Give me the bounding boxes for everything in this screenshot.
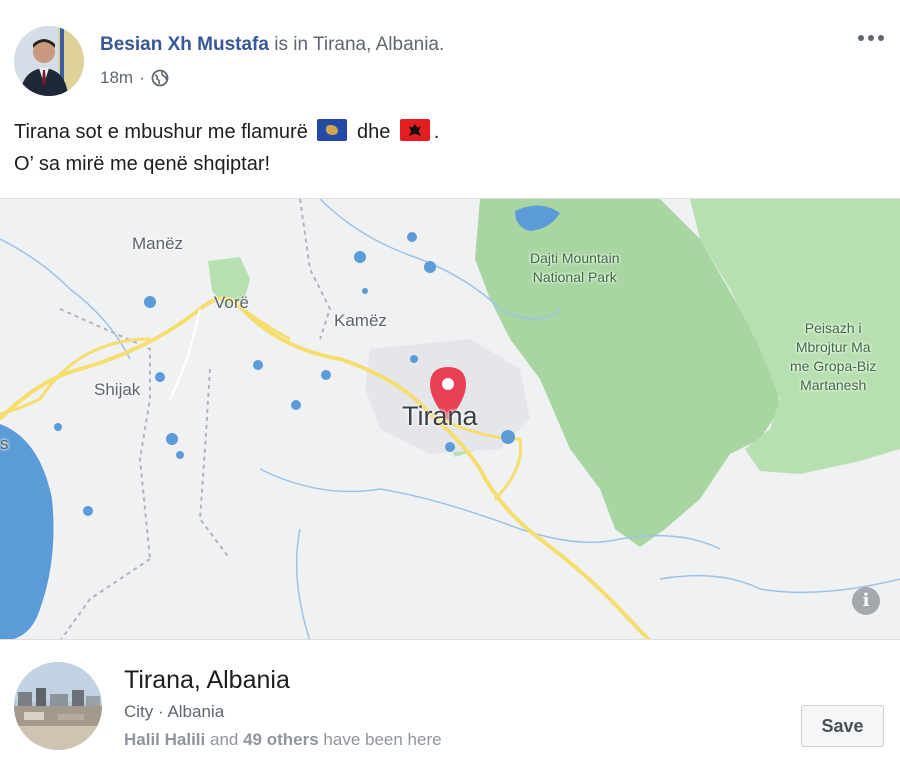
message-text: . xyxy=(433,121,440,143)
visitor-name-link[interactable]: Halil Halili xyxy=(124,730,205,749)
post-header: Besian Xh Mustafa is in Tirana, Albania.… xyxy=(0,0,900,105)
place-thumbnail[interactable] xyxy=(14,662,102,750)
albania-flag-icon xyxy=(399,119,430,141)
location-map[interactable]: Manëz Vorë Kamëz Shijak Tirana s Dajti M… xyxy=(0,198,900,640)
visitor-suffix: have been here xyxy=(323,730,442,749)
kosovo-flag-icon xyxy=(317,119,348,141)
author-line: Besian Xh Mustafa is in Tirana, Albania. xyxy=(100,34,444,56)
park-label-line: me Gropa-Biz xyxy=(790,358,877,374)
globe-icon[interactable] xyxy=(151,69,169,87)
post-card: Besian Xh Mustafa is in Tirana, Albania.… xyxy=(0,0,900,778)
post-message: Tirana sot e mbushur me flamurë dhe . O’… xyxy=(14,116,439,180)
park-label-line: Mbrojtur Ma xyxy=(795,339,871,355)
place-name-link[interactable]: Tirana, Albania xyxy=(124,666,290,695)
map-info-icon[interactable]: i xyxy=(852,587,880,615)
message-text: Tirana sot e mbushur me flamurë xyxy=(14,121,308,143)
place-details: Tirana, Albania City · Albania Halil Hal… xyxy=(0,640,900,778)
timestamp-link[interactable]: 18m xyxy=(100,68,133,88)
save-button[interactable]: Save xyxy=(801,705,884,747)
author-name-link[interactable]: Besian Xh Mustafa xyxy=(100,34,269,55)
post-message-line-2: O’ sa mirë me qenë shqiptar! xyxy=(14,153,271,175)
dot xyxy=(858,35,864,41)
meta-separator: · xyxy=(139,68,145,87)
author-avatar[interactable] xyxy=(14,26,84,96)
visitor-and: and xyxy=(209,730,239,749)
post-message-line-1: Tirana sot e mbushur me flamurë dhe . xyxy=(14,116,439,148)
map-label-vore: Vorë xyxy=(214,293,249,312)
park-label-line: Peisazh i xyxy=(804,320,862,336)
dot xyxy=(868,35,874,41)
place-visitors: Halil Halili and 49 others have been her… xyxy=(124,730,442,750)
park-label-line: Dajti Mountain xyxy=(530,250,620,266)
place-type: City · Albania xyxy=(124,702,225,721)
map-label-shijak: Shijak xyxy=(94,380,141,399)
checkin-text: is in Tirana, Albania. xyxy=(274,34,445,55)
map-label-kamez: Kamëz xyxy=(334,311,387,330)
map-label-manez: Manëz xyxy=(132,234,184,253)
map-label-tirana: Tirana xyxy=(402,401,478,431)
more-options-icon[interactable] xyxy=(858,28,892,48)
post-meta: 18m · xyxy=(100,68,169,88)
map-label-edge: s xyxy=(0,434,9,453)
message-text: dhe xyxy=(356,121,391,143)
map-label-dajti: Dajti Mountain National Park xyxy=(530,249,620,287)
map-label-peisazh: Peisazh i Mbrojtur Ma me Gropa-Biz Marta… xyxy=(790,319,876,395)
park-label-line: Martanesh xyxy=(800,377,867,393)
park-label-line: National Park xyxy=(532,269,617,285)
visitor-count-link[interactable]: 49 others xyxy=(243,730,319,749)
dot xyxy=(878,35,884,41)
